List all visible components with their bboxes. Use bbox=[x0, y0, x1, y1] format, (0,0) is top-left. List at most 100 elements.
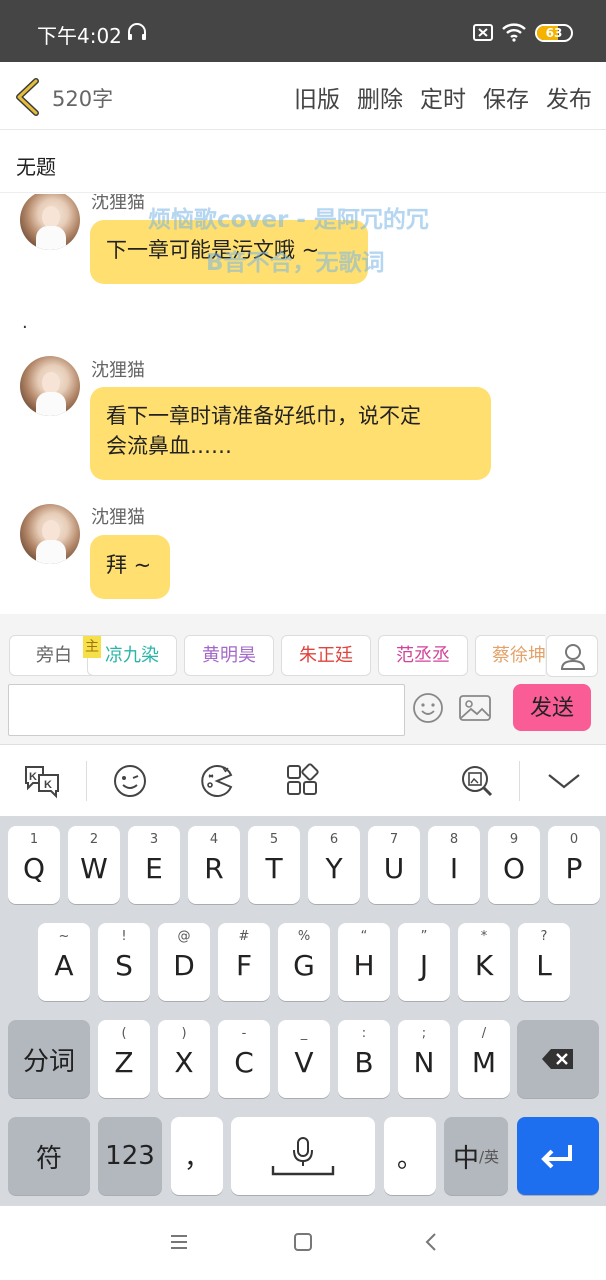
role-manage-button[interactable] bbox=[546, 635, 598, 677]
user-icon bbox=[560, 644, 586, 670]
old-version-button[interactable]: 旧版 bbox=[294, 80, 340, 114]
key-letter: V bbox=[294, 1046, 314, 1079]
role-chip-label: 范丞丞 bbox=[396, 645, 450, 666]
key-symbol: 4 bbox=[209, 832, 219, 847]
comma-key[interactable]: ， bbox=[171, 1117, 223, 1195]
key-letter: S bbox=[115, 949, 133, 982]
role-chip[interactable]: 朱正廷 bbox=[281, 635, 371, 676]
key-f[interactable]: # F bbox=[218, 923, 270, 1001]
chapter-title-field[interactable]: 无题 bbox=[0, 131, 606, 193]
key-r[interactable]: 4R bbox=[188, 826, 240, 904]
key-z[interactable]: (Z bbox=[98, 1020, 150, 1098]
key-p[interactable]: 0P bbox=[548, 826, 600, 904]
kaomoji-icon[interactable] bbox=[197, 763, 235, 799]
avatar[interactable] bbox=[20, 356, 80, 416]
key-symbol: 7 bbox=[389, 832, 399, 847]
role-chip-label: 旁白 bbox=[36, 645, 72, 666]
image-search-icon[interactable] bbox=[458, 763, 496, 799]
key-j[interactable]: ” J bbox=[398, 923, 450, 1001]
key-q[interactable]: 1Q bbox=[8, 826, 60, 904]
key-i[interactable]: 8I bbox=[428, 826, 480, 904]
key-l[interactable]: ? L bbox=[518, 923, 570, 1001]
key-x[interactable]: ) X bbox=[158, 1020, 210, 1098]
grid-apps-icon[interactable] bbox=[283, 763, 321, 799]
key-letter: I bbox=[449, 852, 459, 885]
role-chip[interactable]: 黄明昊 bbox=[184, 635, 274, 676]
back-icon[interactable] bbox=[420, 1230, 444, 1254]
number-key[interactable]: 123 bbox=[98, 1117, 162, 1195]
role-chip[interactable]: 蔡徐坤 bbox=[475, 635, 545, 676]
sender-name: 沈狸猫 bbox=[91, 194, 145, 213]
language-key[interactable]: 中/英 bbox=[444, 1117, 508, 1195]
key-symbol: ) bbox=[181, 1026, 187, 1041]
avatar[interactable] bbox=[20, 194, 80, 250]
status-bar: 下午4:02 63 bbox=[0, 0, 606, 62]
key-letter: D bbox=[173, 949, 195, 982]
key-w[interactable]: 2W bbox=[68, 826, 120, 904]
key-d[interactable]: @ D bbox=[158, 923, 210, 1001]
menu-icon[interactable] bbox=[167, 1230, 191, 1254]
comma-key-label: ， bbox=[183, 1143, 210, 1174]
key-symbol: 6 bbox=[329, 832, 339, 847]
chat-area[interactable]: 沈狸猫 下一章可能是污文哦 ~ . 沈狸猫 看下一章时请准备好纸巾，说不定 会流… bbox=[0, 194, 606, 614]
key-letter: A bbox=[54, 949, 74, 982]
key-symbol: ( bbox=[121, 1026, 127, 1041]
clock: 下午4:02 bbox=[37, 24, 122, 48]
sender-name: 沈狸猫 bbox=[91, 507, 145, 528]
period-key[interactable]: 。 bbox=[384, 1117, 436, 1195]
key-m[interactable]: / M bbox=[458, 1020, 510, 1098]
hide-keyboard-icon[interactable] bbox=[545, 763, 583, 799]
backspace-key[interactable] bbox=[517, 1020, 599, 1098]
key-letter: Q bbox=[22, 852, 46, 885]
key-symbol: 0 bbox=[569, 832, 579, 847]
key-symbol: : bbox=[361, 1026, 367, 1041]
key-symbol: _ bbox=[300, 1026, 308, 1041]
key-t[interactable]: 5T bbox=[248, 826, 300, 904]
key-e[interactable]: 3E bbox=[128, 826, 180, 904]
publish-button[interactable]: 发布 bbox=[546, 80, 592, 114]
language-key-label: 中 bbox=[452, 1143, 479, 1174]
key-n[interactable]: ; N bbox=[398, 1020, 450, 1098]
key-y[interactable]: 6Y bbox=[308, 826, 360, 904]
message-bubble[interactable]: 看下一章时请准备好纸巾，说不定 会流鼻血…… bbox=[90, 387, 491, 480]
key-c[interactable]: -C bbox=[218, 1020, 270, 1098]
key-symbol: ? bbox=[540, 929, 548, 944]
key-letter: R bbox=[204, 852, 224, 885]
key-g[interactable]: % G bbox=[278, 923, 330, 1001]
backspace-icon bbox=[542, 1049, 573, 1069]
fenci-key[interactable]: 分词 bbox=[8, 1020, 90, 1098]
key-symbol: / bbox=[481, 1026, 487, 1041]
key-v[interactable]: _ V bbox=[278, 1020, 330, 1098]
key-symbol: 3 bbox=[149, 832, 159, 847]
number-key-label: 123 bbox=[105, 1141, 155, 1171]
battery-icon: 63 bbox=[535, 24, 573, 42]
space-key[interactable] bbox=[231, 1117, 375, 1195]
key-symbol: ! bbox=[121, 929, 127, 944]
key-o[interactable]: 9O bbox=[488, 826, 540, 904]
message-bubble[interactable]: 拜 ~ bbox=[90, 535, 170, 599]
schedule-button[interactable]: 定时 bbox=[420, 80, 466, 114]
home-icon[interactable] bbox=[291, 1230, 315, 1254]
key-a[interactable]: ~ A bbox=[38, 923, 90, 1001]
emoji-icon[interactable] bbox=[412, 692, 444, 724]
emoji-face-icon[interactable] bbox=[111, 763, 149, 799]
key-symbol: - bbox=[241, 1026, 247, 1041]
key-s[interactable]: ! S bbox=[98, 923, 150, 1001]
avatar[interactable] bbox=[20, 504, 80, 564]
symbol-key[interactable]: 符 bbox=[8, 1117, 90, 1195]
ime-logo-icon[interactable]: K K bbox=[23, 763, 61, 799]
role-chip[interactable]: 范丞丞 bbox=[378, 635, 468, 676]
message-input[interactable] bbox=[8, 684, 405, 736]
key-h[interactable]: “H bbox=[338, 923, 390, 1001]
key-letter: W bbox=[80, 852, 108, 885]
enter-key[interactable] bbox=[517, 1117, 599, 1195]
image-icon[interactable] bbox=[458, 692, 492, 724]
key-letter: L bbox=[536, 949, 552, 982]
back-chevron-icon[interactable] bbox=[14, 78, 42, 116]
send-button[interactable]: 发送 bbox=[513, 684, 591, 731]
key-b[interactable]: :B bbox=[338, 1020, 390, 1098]
delete-button[interactable]: 删除 bbox=[357, 80, 403, 114]
key-u[interactable]: 7U bbox=[368, 826, 420, 904]
key-k[interactable]: * K bbox=[458, 923, 510, 1001]
save-button[interactable]: 保存 bbox=[483, 80, 529, 114]
